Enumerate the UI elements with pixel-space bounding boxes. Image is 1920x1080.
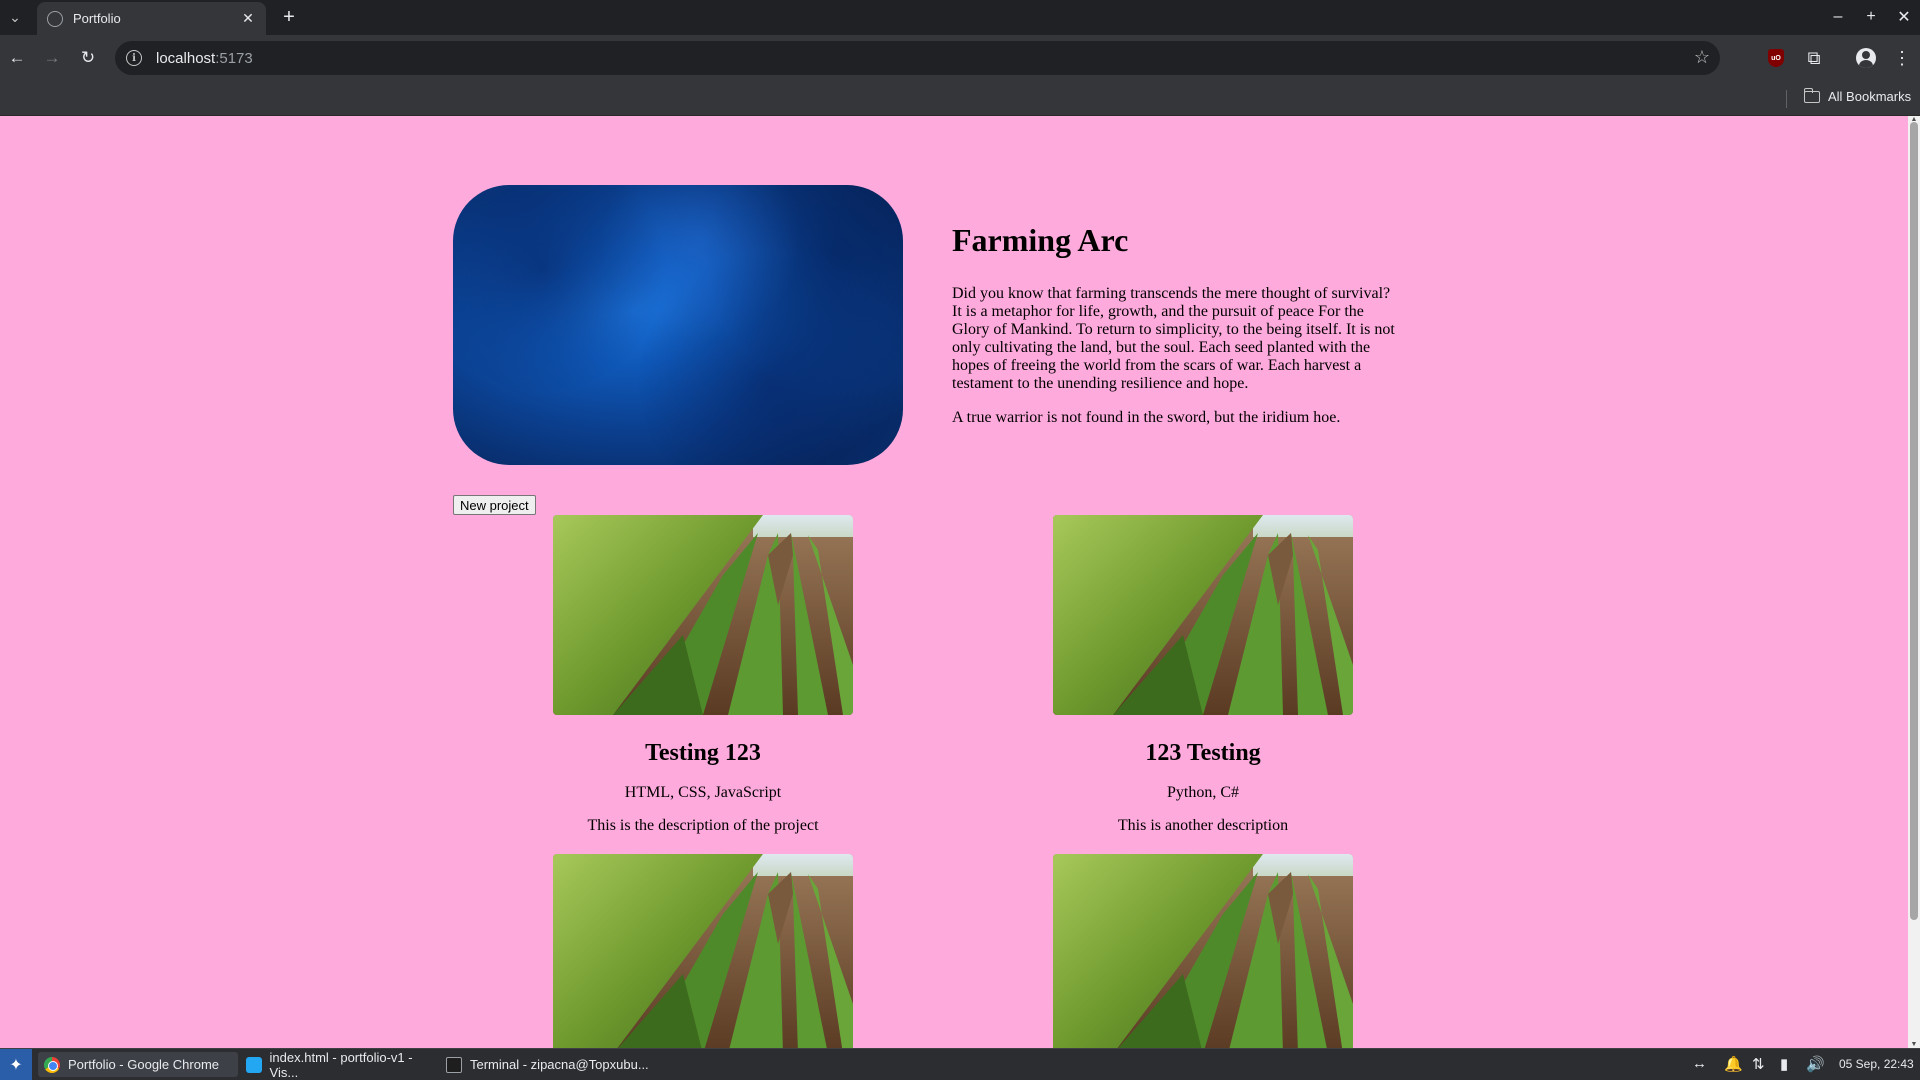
taskbar-item-terminal[interactable]: Terminal - zipacna@Topxubu... — [440, 1052, 650, 1077]
taskbar-item-chrome[interactable]: Portfolio - Google Chrome — [38, 1052, 238, 1077]
ublock-extension-icon[interactable]: uO — [1762, 44, 1790, 72]
globe-icon — [47, 10, 63, 27]
project-description: This is another description — [1117, 817, 1289, 834]
back-button[interactable]: ← — [4, 45, 30, 71]
extensions-puzzle-icon[interactable]: ⧉ — [1800, 44, 1828, 72]
vscode-icon — [246, 1056, 262, 1073]
project-tech: HTML, CSS, JavaScript — [624, 784, 782, 801]
taskbar-item-label: Terminal - zipacna@Topxubu... — [470, 1057, 649, 1072]
new-project-button[interactable]: New project — [453, 495, 536, 515]
network-transfer-icon[interactable]: ⇅ — [1752, 1055, 1765, 1073]
project-image — [1053, 515, 1353, 715]
project-card: 123 Testing Python, C# This is another d… — [953, 515, 1453, 835]
browser-toolbar: ← → ↻ i localhost:5173 ☆ uO ⧉ ⋮ — [0, 35, 1920, 80]
url-text: localhost:5173 — [156, 49, 253, 67]
terminal-icon — [446, 1056, 462, 1073]
taskbar-item-label: index.html - portfolio-v1 - Vis... — [269, 1049, 413, 1080]
tab-title: Portfolio — [73, 11, 121, 26]
hero-quote: A true warrior is not found in the sword… — [952, 409, 1341, 426]
project-image — [553, 854, 853, 1048]
hero-title: Farming Arc — [952, 222, 1129, 258]
page-viewport: Farming Arc Did you know that farming tr… — [0, 116, 1920, 1048]
volume-icon[interactable]: 🔊 — [1806, 1055, 1825, 1073]
reload-button[interactable]: ↻ — [75, 45, 101, 71]
site-info-icon[interactable]: i — [126, 50, 142, 66]
tab-portfolio[interactable]: Portfolio ✕ — [37, 2, 266, 35]
scroll-down-arrow-icon[interactable]: ▼ — [1910, 1041, 1918, 1048]
project-card: Testing 123 HTML, CSS, JavaScript This i… — [453, 515, 953, 835]
hero-image — [453, 185, 903, 465]
project-card — [453, 854, 953, 1048]
close-window-button[interactable]: ✕ — [1891, 4, 1917, 30]
menu-kebab-icon[interactable]: ⋮ — [1888, 44, 1916, 72]
tab-search-chevron-icon[interactable]: ⌄ — [4, 6, 26, 28]
all-bookmarks-button[interactable]: All Bookmarks — [1803, 87, 1912, 104]
tab-strip: ⌄ Portfolio ✕ + – + ✕ — [0, 0, 1920, 35]
profile-avatar[interactable] — [1852, 44, 1880, 72]
bookmark-star-icon[interactable]: ☆ — [1694, 47, 1710, 68]
battery-icon[interactable]: ▮ — [1780, 1055, 1788, 1073]
minimize-button[interactable]: – — [1825, 4, 1851, 30]
folder-icon — [1803, 87, 1820, 103]
network-arrows-icon[interactable]: ↔ — [1692, 1055, 1707, 1072]
hero-paragraph: Did you know that farming transcends the… — [952, 285, 1395, 392]
os-taskbar: ✦ Portfolio - Google Chrome index.html -… — [0, 1048, 1920, 1080]
new-tab-button[interactable]: + — [277, 5, 301, 29]
project-card — [953, 854, 1453, 1048]
scrollbar-thumb[interactable] — [1910, 122, 1918, 920]
address-bar[interactable]: i localhost:5173 ☆ — [115, 41, 1720, 75]
chrome-icon — [44, 1056, 60, 1073]
project-image — [1053, 854, 1353, 1048]
tab-close-icon[interactable]: ✕ — [238, 9, 258, 29]
bookmarks-divider — [1786, 90, 1787, 108]
forward-button[interactable]: → — [39, 45, 65, 71]
project-title: 123 Testing — [1145, 740, 1261, 766]
taskbar-item-vscode[interactable]: index.html - portfolio-v1 - Vis... — [240, 1049, 440, 1080]
project-tech: Python, C# — [1166, 784, 1239, 801]
project-image — [553, 515, 853, 715]
clock[interactable]: 05 Sep, 22:43 — [1839, 1057, 1914, 1071]
all-bookmarks-label: All Bookmarks — [1828, 89, 1912, 104]
start-menu-button[interactable]: ✦ — [0, 1049, 32, 1080]
taskbar-item-label: Portfolio - Google Chrome — [68, 1057, 220, 1072]
notification-bell-icon[interactable]: 🔔 — [1724, 1055, 1743, 1073]
bookmarks-bar: All Bookmarks — [0, 80, 1920, 116]
project-title: Testing 123 — [645, 740, 761, 766]
page-scrollbar[interactable]: ▲ ▼ — [1908, 116, 1920, 1048]
maximize-button[interactable]: + — [1858, 4, 1884, 30]
project-description: This is the description of the project — [587, 817, 819, 834]
